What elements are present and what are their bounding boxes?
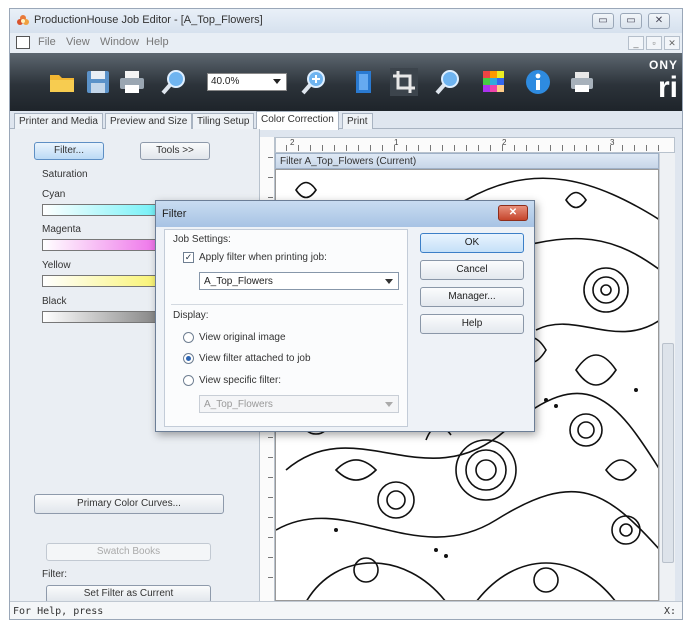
color-grid-icon[interactable]: [480, 68, 508, 96]
cancel-button[interactable]: Cancel: [420, 260, 524, 280]
maximize-button[interactable]: ▭: [620, 13, 642, 29]
brand-text: ONY: [648, 58, 678, 72]
primary-color-curves-button[interactable]: Primary Color Curves...: [34, 494, 224, 514]
filter-button[interactable]: Filter...: [34, 142, 104, 160]
divider: [171, 304, 403, 305]
filter-label: Filter:: [42, 569, 67, 580]
zoom-out-icon[interactable]: [434, 68, 462, 96]
scrollbar-thumb[interactable]: [662, 343, 674, 563]
radio-view-specific[interactable]: [183, 375, 194, 386]
help-button[interactable]: Help: [420, 314, 524, 334]
radio-view-original[interactable]: [183, 332, 194, 343]
info-icon[interactable]: [524, 68, 552, 96]
job-filter-value: A_Top_Flowers: [204, 276, 273, 287]
window-title: ProductionHouse Job Editor - [A_Top_Flow…: [34, 14, 263, 26]
menu-view[interactable]: View: [66, 36, 90, 48]
dialog-close-button[interactable]: ✕: [498, 205, 528, 221]
radio-view-original-label: View original image: [199, 332, 286, 343]
folder-icon[interactable]: [48, 68, 76, 96]
tab-printer-and-media[interactable]: Printer and Media: [14, 113, 103, 129]
job-filter-select[interactable]: A_Top_Flowers: [199, 272, 399, 290]
apply-filter-label: Apply filter when printing job:: [199, 252, 327, 263]
manager-button[interactable]: Manager...: [420, 287, 524, 307]
zoom-icon[interactable]: [160, 68, 188, 96]
specific-filter-value: A_Top_Flowers: [204, 399, 273, 410]
tab-preview-and-size[interactable]: Preview and Size: [105, 113, 193, 129]
specific-filter-select[interactable]: A_Top_Flowers: [199, 395, 399, 413]
toolbar: 40.0% ONY ri: [10, 53, 682, 111]
radio-view-attached[interactable]: [183, 353, 194, 364]
document-icon: [16, 36, 30, 49]
dialog-title: Filter: [162, 208, 187, 220]
chevron-down-icon: [385, 279, 393, 284]
print-icon[interactable]: [118, 68, 146, 96]
minimize-button[interactable]: ▭: [592, 13, 614, 29]
apply-filter-checkbox[interactable]: ✓: [183, 252, 194, 263]
tab-color-correction[interactable]: Color Correction: [256, 111, 339, 130]
tab-bar: Printer and Media Preview and Size Tilin…: [10, 111, 682, 130]
menu-file[interactable]: File: [38, 36, 56, 48]
zoom-value: 40.0%: [211, 76, 240, 87]
tools-button[interactable]: Tools >>: [140, 142, 210, 160]
title-bar: ProductionHouse Job Editor - [A_Top_Flow…: [10, 9, 682, 33]
cyan-label: Cyan: [42, 189, 66, 200]
filter-dialog: Filter ✕ Job Settings: ✓ Apply filter wh…: [155, 200, 535, 432]
brand-logo: ri: [657, 71, 678, 104]
tab-tiling-setup[interactable]: Tiling Setup: [192, 113, 255, 129]
job-settings-label: Job Settings:: [173, 234, 231, 245]
radio-view-specific-label: View specific filter:: [199, 375, 282, 386]
mdi-close-button[interactable]: ✕: [664, 36, 680, 50]
ruler-number: 3: [610, 138, 615, 147]
status-bar: For Help, press X:: [10, 601, 682, 619]
ruler-number: 1: [394, 138, 399, 147]
ruler-number: 2: [290, 138, 295, 147]
vertical-scrollbar[interactable]: [659, 153, 675, 601]
menu-bar: File View Window Help _ ▫ ✕: [10, 33, 682, 53]
canvas-title: Filter A_Top_Flowers (Current): [275, 153, 659, 169]
yellow-label: Yellow: [42, 260, 71, 271]
ok-button[interactable]: OK: [420, 233, 524, 253]
chevron-down-icon[interactable]: [273, 79, 281, 84]
menu-window[interactable]: Window: [100, 36, 139, 48]
menu-help[interactable]: Help: [146, 36, 169, 48]
status-help-text: For Help, press: [13, 606, 104, 617]
book-icon[interactable]: [350, 68, 378, 96]
zoom-in-icon[interactable]: [300, 68, 328, 96]
ruler-number: 2: [502, 138, 507, 147]
close-button[interactable]: ✕: [648, 13, 670, 29]
saturation-label: Saturation: [42, 169, 88, 180]
app-flower-icon: [17, 15, 29, 25]
mdi-minimize-button[interactable]: _: [628, 36, 644, 50]
horizontal-ruler: 2 1 2 3: [275, 137, 675, 153]
swatch-books-button[interactable]: Swatch Books: [46, 543, 211, 561]
dialog-settings-area: Job Settings: ✓ Apply filter when printi…: [164, 229, 408, 427]
tab-print[interactable]: Print: [342, 113, 373, 129]
radio-view-attached-label: View filter attached to job: [199, 353, 311, 364]
dialog-title-bar: Filter ✕: [156, 201, 534, 227]
black-label: Black: [42, 296, 67, 307]
display-label: Display:: [173, 310, 209, 321]
chevron-down-icon: [385, 402, 393, 407]
printer-icon[interactable]: [568, 68, 596, 96]
status-coordinates: X:: [663, 606, 676, 617]
crop-icon[interactable]: [390, 68, 418, 96]
mdi-restore-button[interactable]: ▫: [646, 36, 662, 50]
save-icon[interactable]: [84, 68, 112, 96]
magenta-label: Magenta: [42, 224, 81, 235]
